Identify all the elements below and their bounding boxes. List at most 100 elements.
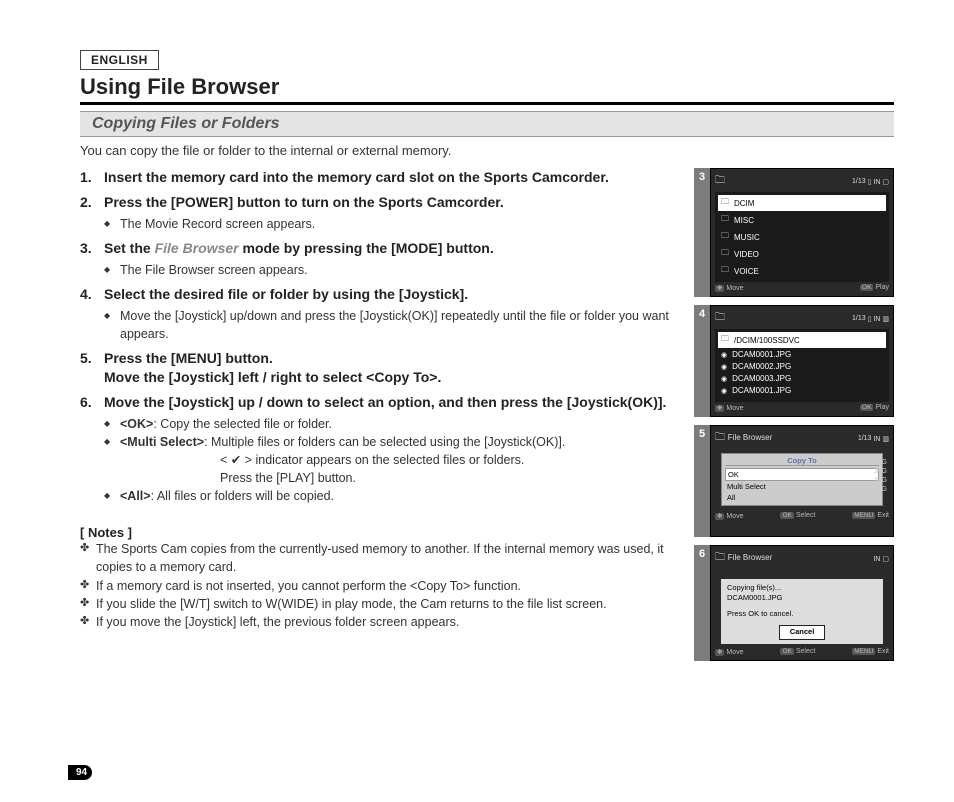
joystick-icon: ✥ (715, 649, 724, 656)
page-number: 94 (68, 765, 92, 780)
substep-option: <OK>: Copy the selected file or folder. (104, 415, 680, 433)
side-file-ext: JPG JPG JPG JPG (873, 458, 887, 494)
menu-title: Copy To (725, 456, 879, 466)
ok-tag: OK (860, 404, 873, 411)
joystick-icon: ✥ (715, 405, 724, 412)
step-item: Set the File Browser mode by pressing th… (80, 239, 680, 279)
step-text: Set the (104, 240, 155, 256)
screen-title: File Browser (728, 433, 772, 442)
step-head: Set the File Browser mode by pressing th… (104, 240, 494, 256)
folder-icon (715, 310, 725, 327)
device-screen-6: 6 File Browser IN ▢ Copying file(s)... D… (694, 545, 894, 661)
ext: JPG (873, 458, 887, 467)
option-label: <All> (120, 489, 151, 503)
option-text: : Multiple files or folders can be selec… (204, 435, 565, 449)
option-label: <OK> (120, 417, 153, 431)
folder-icon (715, 173, 725, 190)
screenshots-column: 3 1/13▯ IN ▢ DCIM MISC MUSIC VIDEO VOICE (694, 168, 894, 661)
ok-tag: OK (860, 284, 873, 291)
note-item: If you move the [Joystick] left, the pre… (80, 613, 680, 631)
device-screen-4: 4 1/13▯ IN ▥ /DCIM/100SSDVC DCAM0001.JPG… (694, 305, 894, 417)
hint-exit: Exit (877, 648, 889, 655)
option-extra: < ✔ > indicator appears on the selected … (220, 451, 680, 469)
substep: Move the [Joystick] up/down and press th… (104, 307, 680, 343)
step-head: Move the [Joystick] up / down to select … (104, 394, 666, 410)
list-item: DCAM0002.JPG (718, 361, 886, 372)
option-label: <Multi Select> (120, 435, 204, 449)
substep-option: <Multi Select>: Multiple files or folder… (104, 433, 680, 487)
hint-select: Select (796, 648, 815, 655)
menu-item: All (725, 492, 879, 503)
hint-move: Move (726, 513, 743, 520)
substep: The Movie Record screen appears. (104, 215, 680, 233)
option-extra: Press the [PLAY] button. (220, 469, 680, 487)
screen-number: 5 (694, 425, 710, 537)
list-item: MUSIC (718, 229, 886, 245)
ext: JPG (873, 476, 887, 485)
hint-move: Move (726, 649, 743, 656)
list-item: DCAM0001.JPG (718, 349, 886, 360)
ok-tag: OK (780, 512, 793, 519)
step-item: Insert the memory card into the memory c… (80, 168, 680, 187)
notes-heading: [ Notes ] (80, 525, 680, 540)
step-item: Press the [POWER] button to turn on the … (80, 193, 680, 233)
list-item: VIDEO (718, 246, 886, 262)
note-item: If a memory card is not inserted, you ca… (80, 577, 680, 595)
folder-icon (715, 553, 728, 562)
step-head: Select the desired file or folder by usi… (104, 286, 468, 302)
list-item: VOICE (718, 263, 886, 279)
hint-play: Play (875, 284, 889, 291)
battery-icon: IN ▥ (873, 435, 889, 443)
list-item: DCAM0003.JPG (718, 373, 886, 384)
step-head: Press the [POWER] button to turn on the … (104, 194, 504, 210)
substep-option: <All>: All files or folders will be copi… (104, 487, 680, 505)
manual-page: ENGLISH Using File Browser Copying Files… (0, 0, 954, 802)
copying-hint: Press OK to cancel. (727, 609, 877, 619)
steps-list: Insert the memory card into the memory c… (80, 168, 680, 505)
menu-item: OK (725, 468, 879, 481)
copying-line: Copying file(s)... (727, 583, 877, 593)
list-item: MISC (718, 212, 886, 228)
mem-icon: ▯ IN ▢ (868, 178, 889, 186)
copy-to-menu: Copy To OK Multi Select All (721, 453, 883, 506)
hint-play: Play (875, 404, 889, 411)
screen-number: 6 (694, 545, 710, 661)
path-row: /DCIM/100SSDVC (718, 332, 886, 348)
counter: 1/13 (852, 315, 866, 322)
step-item: Press the [MENU] button. Move the [Joyst… (80, 349, 680, 387)
step-item: Select the desired file or folder by usi… (80, 285, 680, 343)
ext: JPG (873, 467, 887, 476)
battery-icon: IN ▢ (873, 555, 889, 563)
instructions-column: Insert the memory card into the memory c… (80, 168, 680, 661)
list-item: DCAM0001.JPG (718, 385, 886, 396)
device-screen-5: 5 File Browser 1/13IN ▥ Copy To OK Multi… (694, 425, 894, 537)
menu-tag: MENU (852, 512, 875, 519)
ok-tag: OK (780, 648, 793, 655)
note-item: The Sports Cam copies from the currently… (80, 540, 680, 576)
substep: The File Browser screen appears. (104, 261, 680, 279)
copying-filename: DCAM0001.JPG (727, 593, 877, 603)
notes-list: The Sports Cam copies from the currently… (80, 540, 680, 631)
step-head-line2: Move the [Joystick] left / right to sele… (104, 369, 441, 385)
hint-select: Select (796, 512, 815, 519)
joystick-icon: ✥ (715, 285, 724, 292)
hint-move: Move (726, 405, 743, 412)
joystick-icon: ✥ (715, 513, 724, 520)
folder-icon (715, 433, 728, 442)
step-head: Press the [MENU] button. (104, 350, 273, 366)
option-text: : All files or folders will be copied. (151, 489, 334, 503)
screen-number: 4 (694, 305, 710, 417)
intro-text: You can copy the file or folder to the i… (80, 143, 894, 158)
step-muted: File Browser (155, 240, 239, 256)
option-text: : Copy the selected file or folder. (153, 417, 332, 431)
hint-exit: Exit (877, 512, 889, 519)
step-item: Move the [Joystick] up / down to select … (80, 393, 680, 506)
language-tag: ENGLISH (80, 50, 159, 70)
cancel-button[interactable]: Cancel (779, 625, 826, 639)
counter: 1/13 (858, 435, 872, 442)
step-head: Insert the memory card into the memory c… (104, 169, 609, 185)
copying-dialog: Copying file(s)... DCAM0001.JPG Press OK… (721, 579, 883, 644)
device-screen-3: 3 1/13▯ IN ▢ DCIM MISC MUSIC VIDEO VOICE (694, 168, 894, 297)
menu-tag: MENU (852, 648, 875, 655)
page-title: Using File Browser (80, 74, 894, 105)
